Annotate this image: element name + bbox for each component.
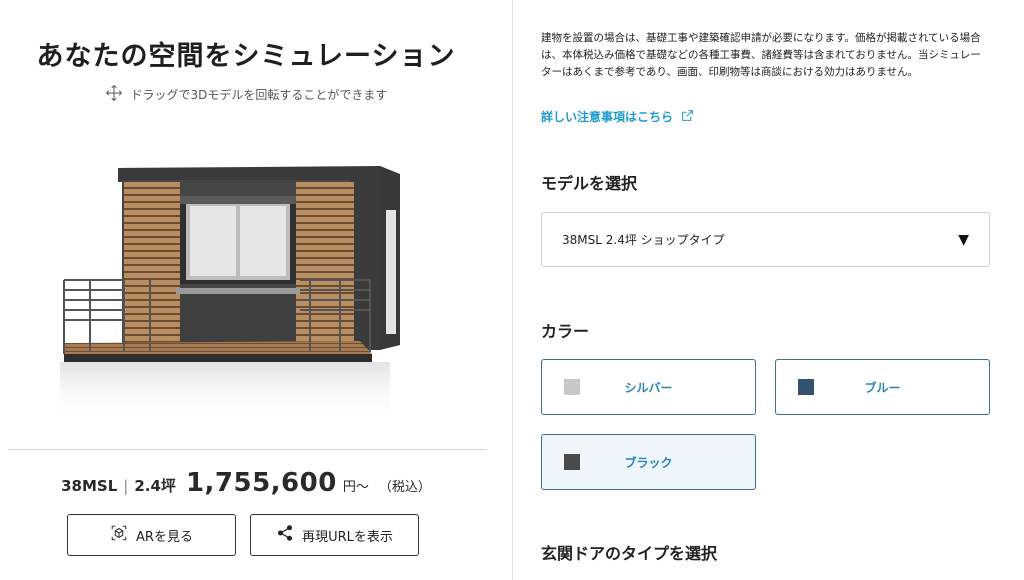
detail-link-label: 詳しい注意事項はこちら <box>541 110 674 124</box>
price-model: 38MSL <box>61 477 118 495</box>
price-unit: 円〜 <box>342 480 369 495</box>
price-summary: 38MSL | 2.4坪 1,755,600 円〜 （税込） <box>0 468 492 498</box>
color-swatch <box>564 379 580 395</box>
color-option-blue[interactable]: ブルー <box>775 359 990 415</box>
price-amount: 1,755,600 <box>185 468 337 498</box>
model-section-title: モデルを選択 <box>541 174 638 193</box>
color-option-silver[interactable]: シルバー <box>541 359 756 415</box>
external-link-icon <box>681 109 694 125</box>
show-url-button[interactable]: 再現URLを表示 <box>250 514 419 556</box>
drag-hint: ドラッグで3Dモデルを回転することができます <box>0 84 492 105</box>
price-tax-note: （税込） <box>378 480 431 495</box>
color-option-label: ブラック <box>624 455 673 470</box>
building-model-render <box>60 166 400 422</box>
notice-text: 建物を設置の場合は、基礎工事や建築確認申請が必要になります。価格が掲載されている… <box>541 32 981 78</box>
price-separator: | <box>123 477 129 495</box>
detail-notes-link[interactable]: 詳しい注意事項はこちら <box>541 108 694 125</box>
ar-view-label: ARを見る <box>136 529 193 545</box>
model-select[interactable]: 38MSL 2.4坪 ショップタイプ ▼ <box>541 212 990 267</box>
color-swatch <box>798 379 814 395</box>
model-select-value: 38MSL 2.4坪 ショップタイプ <box>562 233 725 247</box>
show-url-label: 再現URLを表示 <box>302 529 393 545</box>
simulator-preview-panel: あなたの空間をシミュレーション ドラッグで3Dモデルを回転することができます 3… <box>0 0 512 580</box>
page-title: あなたの空間をシミュレーション <box>36 41 456 72</box>
drag-hint-text: ドラッグで3Dモデルを回転することができます <box>130 88 388 102</box>
3d-model-viewer[interactable] <box>50 140 430 430</box>
color-option-black[interactable]: ブラック <box>541 434 756 490</box>
price-size: 2.4坪 <box>134 477 176 495</box>
ar-cube-icon <box>110 524 128 546</box>
color-section-title: カラー <box>541 322 590 341</box>
move-arrows-icon <box>105 84 123 105</box>
preview-divider <box>8 449 486 450</box>
door-section-title: 玄関ドアのタイプを選択 <box>541 544 718 563</box>
color-option-label: シルバー <box>624 380 673 395</box>
panel-divider <box>512 0 513 580</box>
color-swatch <box>564 454 580 470</box>
color-option-label: ブルー <box>864 380 901 395</box>
caret-down-icon: ▼ <box>958 231 969 248</box>
options-panel: 建物を設置の場合は、基礎工事や建築確認申請が必要になります。価格が掲載されている… <box>541 0 991 580</box>
ar-view-button[interactable]: ARを見る <box>67 514 236 556</box>
share-icon <box>276 524 294 546</box>
